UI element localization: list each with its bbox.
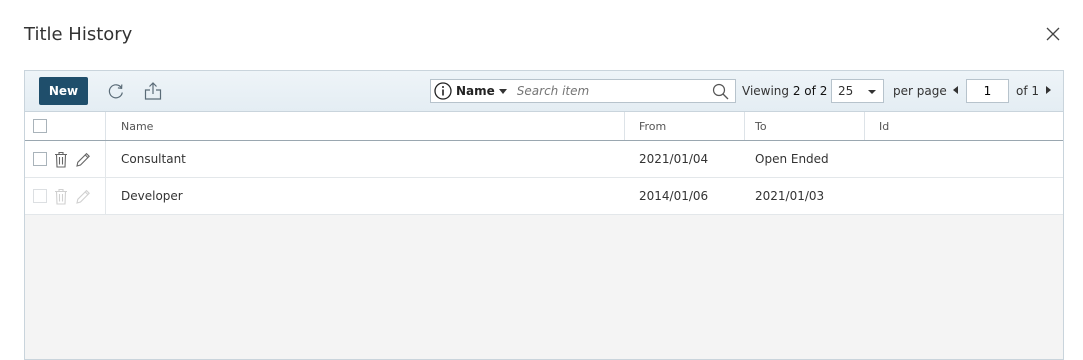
chevron-down-icon[interactable] [498,88,507,94]
row-actions [25,141,106,177]
viewing-label: Viewing [742,84,793,98]
trash-icon [55,188,67,205]
per-page-label: per page [893,84,947,98]
search-input[interactable] [514,83,709,99]
column-header-from[interactable]: From [625,112,745,140]
row-checkbox [33,189,47,203]
export-icon[interactable] [143,81,163,101]
refresh-icon[interactable] [106,81,126,101]
cell-name: Developer [121,189,183,203]
viewing-count: 2 of 2 [792,84,828,98]
dialog-title: Title History [24,24,133,45]
total-pages: of 1 [1016,84,1040,98]
column-header-name[interactable]: Name [106,112,625,140]
table-header: Name From To Id [25,112,1063,141]
cell-from: 2021/01/04 [639,152,709,166]
title-history-grid: New Name Viewing 2 of 2 [24,70,1064,360]
search-icon[interactable] [712,83,729,100]
row-checkbox[interactable] [33,152,47,166]
next-page-icon[interactable] [1046,86,1051,94]
close-button[interactable] [1043,24,1063,44]
chevron-down-icon [868,90,876,94]
search-field-selector[interactable]: Name [456,84,495,98]
column-header-to[interactable]: To [745,112,865,140]
pencil-icon [76,189,90,204]
close-icon [1046,27,1060,41]
cell-id [865,141,1063,177]
info-icon[interactable] [433,81,453,101]
cell-to: 2021/01/03 [755,189,825,203]
per-page-select[interactable]: 25 [831,79,884,103]
cell-id [865,178,1063,214]
search-bar: Name [430,79,736,103]
select-all-checkbox[interactable] [33,119,47,133]
select-all-cell [25,112,106,140]
column-header-id[interactable]: Id [865,112,1063,140]
cell-to: Open Ended [755,152,829,166]
prev-page-icon[interactable] [953,86,958,94]
page-number-input[interactable] [966,79,1009,103]
grid-toolbar: New Name Viewing 2 of 2 [25,71,1063,112]
table-row[interactable]: Developer 2014/01/06 2021/01/03 [25,178,1063,215]
viewing-status: Viewing 2 of 2 [742,84,827,98]
cell-from: 2014/01/06 [639,189,709,203]
pencil-icon[interactable] [75,151,91,168]
table-row[interactable]: Consultant 2021/01/04 Open Ended [25,141,1063,178]
new-button[interactable]: New [39,77,88,105]
trash-icon[interactable] [53,151,69,168]
cell-name: Consultant [121,152,186,166]
row-actions [25,178,106,214]
per-page-value: 25 [838,84,854,98]
